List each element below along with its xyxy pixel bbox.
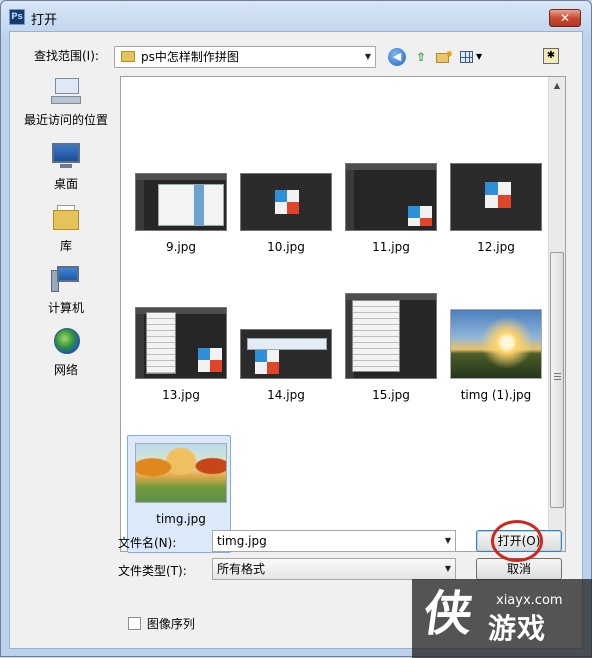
place-label: 网络 <box>53 363 78 377</box>
filename-input[interactable]: timg.jpg ▼ <box>212 530 456 552</box>
file-thumbnail <box>135 173 227 231</box>
chevron-down-icon: ▼ <box>364 52 371 61</box>
place-desktop[interactable]: 桌面 <box>16 140 116 192</box>
computer-icon <box>49 264 83 296</box>
filename-value: timg.jpg <box>217 534 267 548</box>
up-folder-button[interactable]: ⇧ <box>412 48 430 66</box>
filetype-label: 文件类型(T): <box>118 564 187 578</box>
scroll-up-icon[interactable]: ▲ <box>549 77 565 94</box>
annotation-circle <box>491 520 543 562</box>
file-item-14[interactable]: 14.jpg <box>234 329 338 402</box>
file-item-15[interactable]: 15.jpg <box>339 293 443 402</box>
file-thumbnail <box>450 163 542 231</box>
file-item-10[interactable]: 10.jpg <box>234 173 338 254</box>
chevron-down-icon: ▼ <box>444 564 451 573</box>
place-network[interactable]: 网络 <box>16 326 116 378</box>
file-list-pane[interactable]: 9.jpg 10.jpg 11.jpg 12.jpg 13.jpg 14.jpg… <box>120 76 566 553</box>
folder-icon <box>121 51 135 62</box>
lookin-dropdown[interactable]: ps中怎样制作拼图 ▼ <box>114 46 376 68</box>
file-item-timg[interactable]: timg.jpg <box>127 435 233 553</box>
lookin-label: 查找范围(I): <box>34 49 99 63</box>
chevron-down-icon[interactable]: ▼ <box>445 531 451 551</box>
file-thumbnail <box>240 173 332 231</box>
dialog-client-area: 查找范围(I): ps中怎样制作拼图 ▼ ◀ ⇧ ✸ ▼ ✱ 最近访问的位置 桌… <box>9 31 583 649</box>
dialog-title: 打开 <box>31 13 58 28</box>
filename-label: 文件名(N): <box>118 536 177 550</box>
file-name: 15.jpg <box>372 388 410 402</box>
watermark-name: 游戏 <box>488 612 547 645</box>
watermark-url: xiayx.com <box>496 593 563 608</box>
filetype-dropdown[interactable]: 所有格式 ▼ <box>212 558 456 580</box>
scrollbar-thumb[interactable] <box>550 252 564 508</box>
image-sequence-label: 图像序列 <box>146 617 195 631</box>
vertical-scrollbar[interactable]: ▲ ▼ <box>548 77 565 551</box>
place-library[interactable]: 库 <box>16 202 116 254</box>
file-item-timg-1[interactable]: timg (1).jpg <box>444 309 548 402</box>
file-name: 9.jpg <box>165 240 197 254</box>
lookin-value: ps中怎样制作拼图 <box>141 50 239 64</box>
file-thumbnail <box>450 309 542 379</box>
back-button[interactable]: ◀ <box>388 48 406 66</box>
sparkle-icon: ✸ <box>445 50 453 60</box>
place-recent[interactable]: 最近访问的位置 <box>16 76 116 128</box>
place-label: 桌面 <box>53 177 78 191</box>
network-icon <box>49 326 83 358</box>
file-name: 11.jpg <box>372 240 410 254</box>
file-name: timg (1).jpg <box>460 388 532 402</box>
view-menu-button[interactable]: ▼ <box>458 48 486 66</box>
grip-icon <box>554 373 561 380</box>
back-icon: ◀ <box>392 50 402 63</box>
file-thumbnail <box>345 163 437 231</box>
view-menu-icon <box>460 51 473 63</box>
desktop-icon <box>49 140 83 172</box>
title-bar[interactable]: Ps 打开 ✕ <box>1 1 591 31</box>
up-folder-icon: ⇧ <box>415 50 427 64</box>
camera-raw-icon[interactable]: ✱ <box>543 48 559 64</box>
filetype-value: 所有格式 <box>217 562 266 576</box>
file-item-11[interactable]: 11.jpg <box>339 163 443 254</box>
file-name: 14.jpg <box>267 388 305 402</box>
file-item-13[interactable]: 13.jpg <box>129 307 233 402</box>
file-thumbnail <box>135 443 227 503</box>
chevron-down-icon: ▼ <box>476 52 483 61</box>
file-name: 12.jpg <box>477 240 515 254</box>
watermark-logo: 侠 <box>420 586 476 642</box>
place-label: 最近访问的位置 <box>23 113 108 127</box>
place-label: 计算机 <box>47 301 84 315</box>
file-name: 10.jpg <box>267 240 305 254</box>
library-icon <box>49 202 83 234</box>
file-name: 13.jpg <box>162 388 200 402</box>
new-folder-button[interactable]: ✸ <box>434 48 453 66</box>
file-item-12[interactable]: 12.jpg <box>444 163 548 254</box>
image-sequence-checkbox[interactable] <box>128 617 141 630</box>
file-name: timg.jpg <box>156 512 206 526</box>
file-thumbnail <box>345 293 437 379</box>
photoshop-icon: Ps <box>9 9 25 25</box>
image-sequence-option[interactable]: 图像序列 <box>128 615 195 632</box>
file-item-9[interactable]: 9.jpg <box>129 173 233 254</box>
file-thumbnail <box>240 329 332 379</box>
recent-places-icon <box>49 76 83 108</box>
open-dialog-window: Ps 打开 ✕ 查找范围(I): ps中怎样制作拼图 ▼ ◀ ⇧ ✸ ▼ ✱ 最… <box>0 0 592 658</box>
place-label: 库 <box>59 239 72 253</box>
close-button[interactable]: ✕ <box>549 9 581 27</box>
watermark: 侠 xiayx.com 游戏 <box>412 579 592 658</box>
place-computer[interactable]: 计算机 <box>16 264 116 316</box>
file-thumbnail <box>135 307 227 379</box>
